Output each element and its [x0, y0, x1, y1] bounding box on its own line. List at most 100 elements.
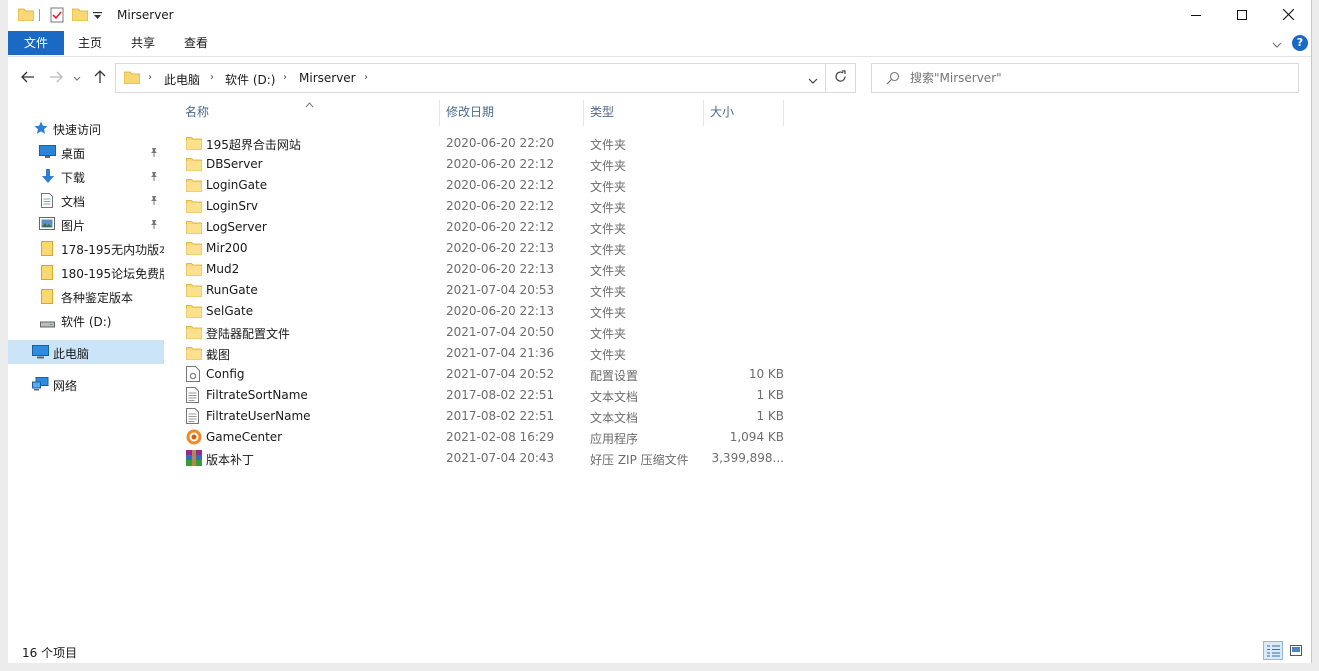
chevron-right-icon[interactable]: › [283, 72, 287, 83]
arrow-up-icon [94, 69, 106, 87]
column-divider[interactable] [783, 100, 784, 126]
nav-item-downloads[interactable]: 下载 [8, 164, 164, 188]
nav-item-network[interactable]: 网络 [8, 372, 164, 396]
minimize-button[interactable] [1173, 0, 1219, 31]
file-row[interactable]: FiltrateSortName 2017-08-02 22:51 文本文档 1 KB [180, 385, 790, 406]
text-file-icon [186, 408, 199, 427]
breadcrumb-this-pc[interactable]: 此电脑 [164, 71, 200, 88]
file-name: RunGate [206, 283, 258, 297]
column-header-name[interactable]: 名称 [185, 103, 209, 125]
nav-item-pictures[interactable]: 图片 [8, 212, 164, 236]
column-divider[interactable] [703, 100, 704, 126]
file-type: 文件夹 [590, 327, 627, 341]
file-name: Config [206, 367, 245, 381]
file-row[interactable]: Mud2 2020-06-20 22:13 文件夹 [180, 259, 790, 280]
nav-item-folder-180-195[interactable]: 180-195论坛免费版 [8, 260, 164, 284]
column-divider[interactable] [439, 100, 440, 126]
nav-item-quick-access[interactable]: 快速访问 [8, 116, 164, 140]
ribbon: 文件 主页 共享 查看 ? [8, 31, 1311, 57]
file-row[interactable]: 版本补丁 2021-07-04 20:43 好压 ZIP 压缩文件 3,399,898… [180, 448, 790, 469]
file-row[interactable]: 截图 2021-07-04 21:36 文件夹 [180, 343, 790, 364]
file-type: 好压 ZIP 压缩文件 [590, 453, 689, 467]
file-row[interactable]: Config 2021-07-04 20:52 配置设置 10 KB [180, 364, 790, 385]
column-header-size[interactable]: 大小 [710, 103, 734, 125]
pin-icon [149, 218, 159, 232]
tab-home[interactable]: 主页 [68, 31, 112, 55]
file-row[interactable]: RunGate 2021-07-04 20:53 文件夹 [180, 280, 790, 301]
file-type: 文件夹 [590, 306, 627, 320]
breadcrumb-mirserver[interactable]: Mirserver [299, 71, 356, 85]
forward-button[interactable] [46, 66, 66, 90]
file-row[interactable]: LogServer 2020-06-20 22:12 文件夹 [180, 217, 790, 238]
file-name: SelGate [206, 304, 254, 318]
folder-icon [41, 265, 53, 283]
expand-ribbon-icon[interactable] [1272, 38, 1282, 52]
nav-item-documents[interactable]: 文档 [8, 188, 164, 212]
search-input[interactable] [910, 69, 1290, 87]
nav-item-desktop[interactable]: 桌面 [8, 140, 164, 164]
zip-icon [186, 450, 202, 469]
close-button[interactable] [1265, 0, 1311, 31]
file-row[interactable]: SelGate 2020-06-20 22:13 文件夹 [180, 301, 790, 322]
chevron-right-icon[interactable]: › [210, 72, 214, 83]
breadcrumb-drive-d[interactable]: 软件 (D:) [225, 71, 275, 88]
nav-item-label: 桌面 [61, 147, 86, 161]
file-row[interactable]: GameCenter 2021-02-08 16:29 应用程序 1,094 KB [180, 427, 790, 448]
recent-locations-button[interactable] [70, 66, 84, 90]
help-icon[interactable]: ? [1292, 35, 1308, 51]
computer-icon [32, 345, 49, 362]
address-bar[interactable]: › 此电脑 › 软件 (D:) › Mirserver › [115, 63, 826, 93]
refresh-button[interactable] [826, 63, 856, 93]
nav-item-folder-178-195[interactable]: 178-195无内功版本 [8, 236, 164, 260]
search-box [871, 63, 1299, 93]
new-folder-icon[interactable] [71, 7, 89, 24]
picture-icon [39, 217, 55, 233]
file-type: 配置设置 [590, 369, 639, 383]
file-name: LoginGate [206, 178, 268, 192]
nav-item-label: 软件 (D:) [61, 315, 112, 329]
details-view-button[interactable] [1263, 641, 1283, 660]
file-size: 10 KB [748, 367, 784, 381]
file-name: Mud2 [206, 262, 240, 276]
file-name: FiltrateUserName [206, 409, 311, 423]
file-size: 3,399,898... [711, 451, 784, 465]
file-row[interactable]: 登陆器配置文件 2021-07-04 20:50 文件夹 [180, 322, 790, 343]
text-file-icon [186, 387, 199, 406]
up-button[interactable] [90, 66, 110, 90]
file-size: 1 KB [756, 409, 784, 423]
file-row[interactable]: LoginSrv 2020-06-20 22:12 文件夹 [180, 196, 790, 217]
file-row[interactable]: LoginGate 2020-06-20 22:12 文件夹 [180, 175, 790, 196]
chevron-right-icon[interactable]: › [364, 72, 368, 83]
folder-icon [186, 219, 202, 237]
file-row[interactable]: 195超界合击网站 2020-06-20 22:20 文件夹 [180, 133, 790, 154]
file-name: GameCenter [206, 430, 283, 444]
file-date: 2021-07-04 20:52 [446, 367, 555, 381]
address-history-dropdown[interactable] [808, 74, 818, 88]
tab-file[interactable]: 文件 [8, 31, 64, 55]
file-date: 2021-07-04 21:36 [446, 346, 555, 360]
file-row[interactable]: FiltrateUserName 2017-08-02 22:51 文本文档 1 KB [180, 406, 790, 427]
file-date: 2020-06-20 22:12 [446, 220, 555, 234]
back-button[interactable] [18, 66, 38, 90]
desktop-icon [39, 145, 56, 161]
file-name: FiltrateSortName [206, 388, 308, 402]
maximize-button[interactable] [1219, 0, 1265, 31]
customize-quick-access-icon[interactable] [93, 10, 102, 24]
file-date: 2020-06-20 22:13 [446, 262, 555, 276]
file-type: 文件夹 [590, 180, 627, 194]
file-row[interactable]: Mir200 2020-06-20 22:13 文件夹 [180, 238, 790, 259]
file-row[interactable]: DBServer 2020-06-20 22:12 文件夹 [180, 154, 790, 175]
column-header-type[interactable]: 类型 [590, 103, 614, 125]
properties-icon[interactable] [49, 7, 65, 26]
large-icons-view-button[interactable] [1286, 641, 1306, 660]
tab-view[interactable]: 查看 [174, 31, 218, 55]
nav-item-folder-identify-versions[interactable]: 各种鉴定版本 [8, 284, 164, 308]
nav-item-drive-d[interactable]: 软件 (D:) [8, 308, 164, 332]
column-header-date[interactable]: 修改日期 [446, 103, 494, 125]
nav-item-this-pc[interactable]: 此电脑 [8, 340, 164, 364]
file-type: 文件夹 [590, 159, 627, 173]
chevron-right-icon[interactable]: › [148, 72, 152, 83]
tab-share[interactable]: 共享 [121, 31, 165, 55]
column-divider[interactable] [583, 100, 584, 126]
folder-icon [186, 303, 202, 321]
